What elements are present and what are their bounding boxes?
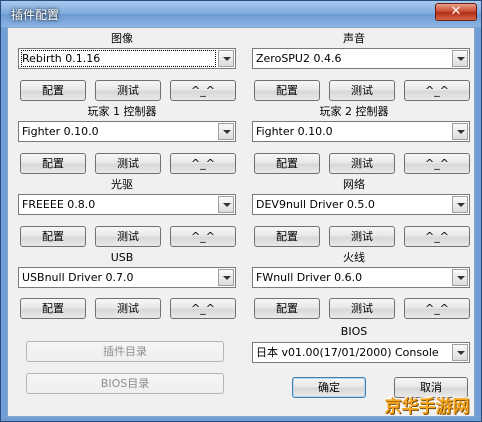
sound-plugin-select[interactable]: ZeroSPU2 0.4.6 [252, 48, 470, 69]
pad1-label: 玩家 1 控制器 [87, 105, 157, 118]
graphics-plugin-value: Rebirth 0.1.16 [21, 50, 216, 67]
pad2-label: 玩家 2 控制器 [319, 105, 389, 118]
usb-test-button[interactable]: 测试 [95, 298, 161, 319]
network-about-button[interactable]: ^_^ [404, 226, 470, 247]
sound-configure-button[interactable]: 配置 [254, 80, 320, 101]
pad1-about-button[interactable]: ^_^ [170, 153, 236, 174]
usb-about-button[interactable]: ^_^ [170, 298, 236, 319]
network-plugin-value: DEV9null Driver 0.5.0 [256, 198, 375, 211]
usb-label: USB [110, 251, 134, 264]
pad2-about-button[interactable]: ^_^ [404, 153, 470, 174]
graphics-configure-button[interactable]: 配置 [20, 80, 86, 101]
title-bar[interactable]: 插件配置 ✕ [1, 1, 481, 27]
ok-button[interactable]: 确定 [292, 377, 366, 398]
firewire-plugin-select[interactable]: FWnull Driver 0.6.0 [252, 267, 470, 288]
chevron-down-icon[interactable] [452, 344, 468, 361]
bios-value: 日本 v01.00(17/01/2000) Console [256, 346, 439, 359]
pad1-configure-button[interactable]: 配置 [20, 153, 86, 174]
firewire-plugin-value: FWnull Driver 0.6.0 [256, 271, 363, 284]
sound-test-button[interactable]: 测试 [329, 80, 395, 101]
firewire-configure-button[interactable]: 配置 [254, 298, 320, 319]
sound-label: 声音 [343, 32, 365, 45]
network-label: 网络 [343, 178, 365, 191]
usb-plugin-select[interactable]: USBnull Driver 0.7.0 [18, 267, 236, 288]
chevron-down-icon[interactable] [452, 50, 468, 67]
graphics-plugin-select[interactable]: Rebirth 0.1.16 [18, 48, 236, 69]
cdrom-about-button[interactable]: ^_^ [170, 226, 236, 247]
pad2-configure-button[interactable]: 配置 [254, 153, 320, 174]
plugin-config-window: 插件配置 ✕ 图像 Rebirth 0.1.16 声音 ZeroSPU2 0.4… [0, 0, 482, 422]
cdrom-plugin-select[interactable]: FREEEE 0.8.0 [18, 194, 236, 215]
network-configure-button[interactable]: 配置 [254, 226, 320, 247]
pad1-test-button[interactable]: 测试 [95, 153, 161, 174]
graphics-test-button[interactable]: 测试 [95, 80, 161, 101]
plugins-dir-button[interactable]: 插件目录 [26, 341, 224, 362]
bios-label: BIOS [340, 325, 368, 338]
bios-select[interactable]: 日本 v01.00(17/01/2000) Console [252, 342, 470, 363]
usb-configure-button[interactable]: 配置 [20, 298, 86, 319]
firewire-about-button[interactable]: ^_^ [404, 298, 470, 319]
network-plugin-select[interactable]: DEV9null Driver 0.5.0 [252, 194, 470, 215]
pad2-plugin-select[interactable]: Fighter 0.10.0 [252, 121, 470, 142]
chevron-down-icon[interactable] [218, 50, 234, 67]
chevron-down-icon[interactable] [452, 269, 468, 286]
pad2-test-button[interactable]: 测试 [329, 153, 395, 174]
pad1-plugin-value: Fighter 0.10.0 [22, 125, 99, 138]
chevron-down-icon[interactable] [218, 196, 234, 213]
close-button[interactable]: ✕ [435, 3, 477, 21]
cdrom-plugin-value: FREEEE 0.8.0 [22, 198, 96, 211]
graphics-about-button[interactable]: ^_^ [170, 80, 236, 101]
chevron-down-icon[interactable] [218, 123, 234, 140]
window-title: 插件配置 [11, 8, 60, 22]
pad2-plugin-value: Fighter 0.10.0 [256, 125, 333, 138]
firewire-label: 火线 [343, 251, 365, 264]
usb-plugin-value: USBnull Driver 0.7.0 [22, 271, 134, 284]
pad1-plugin-select[interactable]: Fighter 0.10.0 [18, 121, 236, 142]
cdrom-label: 光驱 [111, 178, 133, 191]
dialog-client-area: 图像 Rebirth 0.1.16 声音 ZeroSPU2 0.4.6 配置 测… [7, 27, 475, 417]
sound-about-button[interactable]: ^_^ [404, 80, 470, 101]
chevron-down-icon[interactable] [452, 123, 468, 140]
chevron-down-icon[interactable] [452, 196, 468, 213]
sound-plugin-value: ZeroSPU2 0.4.6 [256, 52, 342, 65]
site-watermark: 京华手游网 [384, 397, 470, 417]
cdrom-configure-button[interactable]: 配置 [20, 226, 86, 247]
graphics-label: 图像 [111, 32, 133, 45]
bios-dir-button[interactable]: BIOS目录 [26, 373, 224, 394]
firewire-test-button[interactable]: 测试 [329, 298, 395, 319]
chevron-down-icon[interactable] [218, 269, 234, 286]
network-test-button[interactable]: 测试 [329, 226, 395, 247]
cdrom-test-button[interactable]: 测试 [95, 226, 161, 247]
